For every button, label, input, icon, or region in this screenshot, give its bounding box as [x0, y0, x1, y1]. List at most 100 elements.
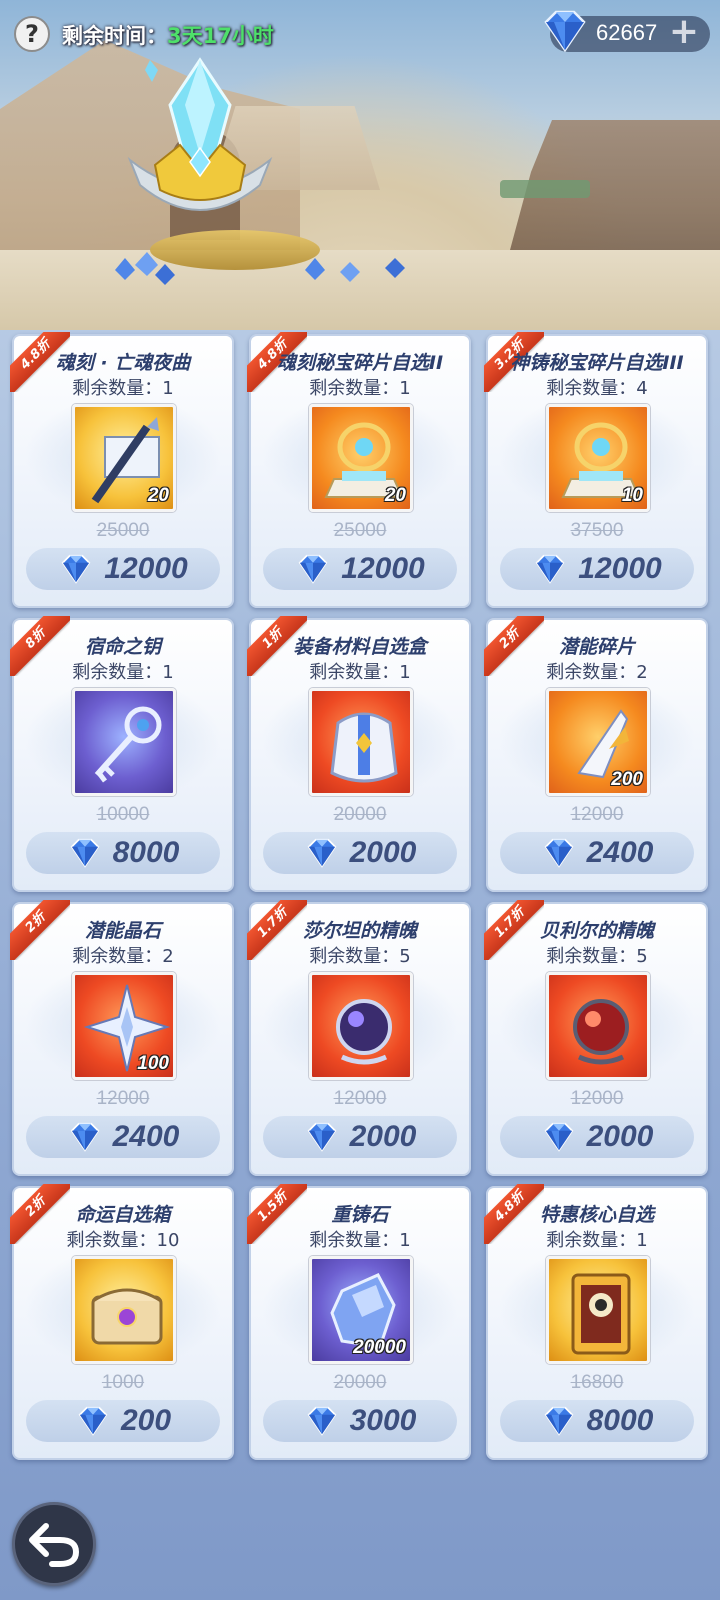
sale-price: 2400: [112, 1120, 180, 1153]
item-stock: 剩余数量：2: [72, 946, 174, 967]
sale-price: 12000: [104, 552, 188, 585]
buy-button[interactable]: 12000: [500, 548, 694, 590]
shop-item-card[interactable]: 3.2折 神铸秘宝碎片自选III 剩余数量：4 10 37500 12000: [484, 332, 708, 608]
original-price: 1000: [101, 1372, 145, 1393]
shop-item-card[interactable]: 1.7折 贝利尔的精魄 剩余数量：5 12000 2000: [484, 900, 708, 1176]
item-icon-frame[interactable]: 10: [546, 404, 650, 512]
sale-price: 2000: [349, 1120, 417, 1153]
item-name: 贝利尔的精魄: [539, 920, 654, 942]
buy-button[interactable]: 2000: [263, 1116, 457, 1158]
item-stock: 剩余数量：1: [309, 378, 411, 399]
buy-button[interactable]: 12000: [263, 548, 457, 590]
shop-item-grid: 4.8折 魂刻 · 亡魂夜曲 剩余数量：1 20 25000 12000 4.8折 魂刻秘宝碎…: [10, 332, 708, 1484]
diamond-icon: [307, 838, 336, 868]
spirit-orb-red-icon: [573, 999, 629, 1065]
diamond-icon: [78, 1406, 108, 1436]
item-stock: 剩余数量：4: [546, 378, 648, 399]
item-stock: 剩余数量：1: [72, 662, 174, 683]
original-price: 12000: [570, 1088, 624, 1109]
shop-item-card[interactable]: 4.8折 魂刻 · 亡魂夜曲 剩余数量：1 20 25000 12000: [10, 332, 234, 608]
item-icon-frame[interactable]: [72, 688, 176, 796]
item-icon-frame[interactable]: 20000: [309, 1256, 413, 1364]
buy-button[interactable]: 2400: [26, 1116, 220, 1158]
item-name: 魂刻 · 亡魂夜曲: [55, 352, 191, 374]
item-stock: 剩余数量：1: [309, 662, 411, 683]
awning: [500, 180, 590, 198]
buy-button[interactable]: 8000: [26, 832, 220, 874]
item-icon-frame[interactable]: [309, 688, 413, 796]
item-icon-frame[interactable]: [309, 972, 413, 1080]
item-name: 神铸秘宝碎片自选III: [510, 352, 684, 374]
diamond-icon: [307, 1122, 336, 1152]
shop-item-card[interactable]: 2折 潜能晶石 剩余数量：2 100 12000 2400: [10, 900, 234, 1176]
spirit-orb-purple-icon: [336, 999, 392, 1065]
item-icon-frame[interactable]: 20: [72, 404, 176, 512]
item-icon-frame[interactable]: [546, 972, 650, 1080]
original-price: 20000: [333, 1372, 387, 1393]
item-icon-frame[interactable]: 100: [72, 972, 176, 1080]
core-card-icon: [571, 1273, 631, 1355]
sale-price: 8000: [112, 836, 180, 869]
shop-item-card[interactable]: 1.5折 重铸石 剩余数量：1 20000 20000 3000: [247, 1184, 471, 1460]
diamond-icon: [535, 554, 565, 584]
item-count: 10: [621, 485, 643, 506]
item-icon-frame[interactable]: 20: [309, 404, 413, 512]
original-price: 16800: [570, 1372, 624, 1393]
sale-price: 12000: [578, 552, 662, 585]
shop-item-card[interactable]: 2折 命运自选箱 剩余数量：10 1000 200: [10, 1184, 234, 1460]
buy-button[interactable]: 2000: [263, 832, 457, 874]
shop-item-card[interactable]: 2折 潜能碎片 剩余数量：2 200 12000 2400: [484, 616, 708, 892]
buy-button[interactable]: 3000: [263, 1400, 457, 1442]
diamond-icon: [70, 1122, 99, 1152]
item-stock: 剩余数量：5: [309, 946, 411, 967]
shop-item-card[interactable]: 4.8折 特惠核心自选 剩余数量：1 16800 8000: [484, 1184, 708, 1460]
original-price: 37500: [570, 520, 624, 541]
diamond-icon: [307, 1406, 336, 1436]
timer-value: 3天17小时: [167, 24, 274, 48]
item-name: 潜能晶石: [84, 920, 161, 942]
currency-amount: 62667: [596, 20, 658, 45]
item-stock: 剩余数量：1: [309, 1230, 411, 1251]
original-price: 12000: [333, 1088, 387, 1109]
back-arrow-icon: [29, 1523, 80, 1567]
buy-button[interactable]: 2000: [500, 1116, 694, 1158]
timer-label: 剩余时间：: [62, 24, 167, 48]
item-icon-frame[interactable]: [72, 1256, 176, 1364]
treasure-chest-icon: [91, 1288, 163, 1345]
item-count: 20000: [353, 1337, 406, 1358]
back-button[interactable]: [12, 1502, 96, 1586]
item-name: 莎尔坦的精魄: [302, 920, 417, 942]
item-count: 100: [137, 1053, 169, 1074]
item-stock: 剩余数量：1: [72, 378, 174, 399]
item-count: 20: [147, 485, 169, 506]
diamond-icon: [544, 10, 586, 53]
item-name: 潜能碎片: [558, 636, 635, 658]
item-name: 魂刻秘宝碎片自选II: [276, 352, 444, 374]
buy-button[interactable]: 12000: [26, 548, 220, 590]
armor-icon: [330, 712, 398, 783]
shop-item-card[interactable]: 1.7折 莎尔坦的精魄 剩余数量：5 12000 2000: [247, 900, 471, 1176]
help-button[interactable]: ?: [14, 16, 50, 52]
item-count: 20: [384, 485, 406, 506]
buy-button[interactable]: 2400: [500, 832, 694, 874]
item-name: 重铸石: [331, 1204, 389, 1226]
add-currency-button[interactable]: +: [668, 14, 700, 50]
original-price: 12000: [570, 804, 624, 825]
item-name: 特惠核心自选: [539, 1204, 654, 1226]
buy-button[interactable]: 200: [26, 1400, 220, 1442]
item-stock: 剩余数量：5: [546, 946, 648, 967]
sale-price: 200: [120, 1404, 172, 1437]
gem-pile-icon: [115, 252, 175, 285]
shop-item-card[interactable]: 1折 装备材料自选盒 剩余数量：1 20000 2000: [247, 616, 471, 892]
original-price: 25000: [96, 520, 150, 541]
shop-item-card[interactable]: 8折 宿命之钥 剩余数量：1 10000 8000: [10, 616, 234, 892]
item-icon-frame[interactable]: [546, 1256, 650, 1364]
crystal-crown-icon: [127, 57, 273, 211]
item-icon-frame[interactable]: 200: [546, 688, 650, 796]
item-name: 装备材料自选盒: [293, 636, 427, 658]
shop-item-card[interactable]: 4.8折 魂刻秘宝碎片自选II 剩余数量：1 20 25000 12000: [247, 332, 471, 608]
sale-price: 12000: [341, 552, 425, 585]
buy-button[interactable]: 8000: [500, 1400, 694, 1442]
original-price: 12000: [96, 1088, 150, 1109]
item-name: 宿命之钥: [84, 636, 161, 658]
